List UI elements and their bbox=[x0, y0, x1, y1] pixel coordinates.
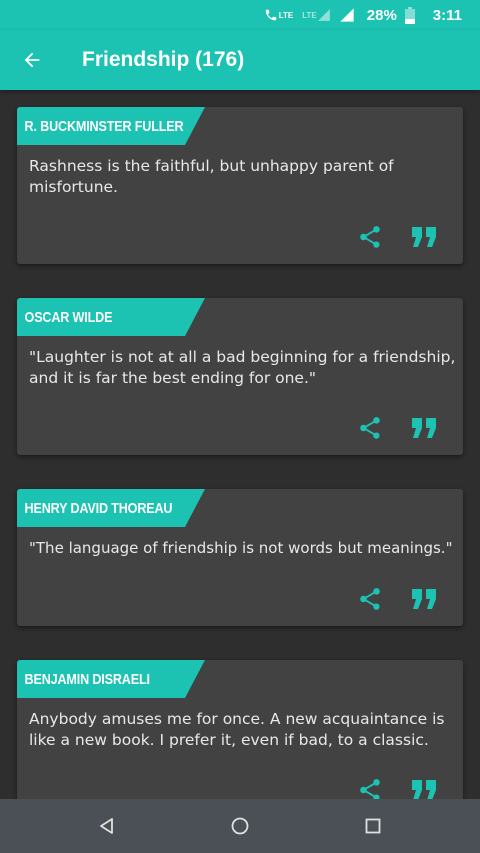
quote-text: Anybody amuses me for once. A new acquai… bbox=[29, 710, 445, 749]
share-button[interactable] bbox=[357, 586, 383, 612]
quote-button[interactable] bbox=[411, 415, 437, 441]
lte2-label: LTE bbox=[302, 10, 317, 20]
card-actions bbox=[357, 777, 437, 799]
nav-recents-button[interactable] bbox=[359, 812, 387, 840]
quote-card[interactable]: R. BUCKMINSTER FULLER Rashness is the fa… bbox=[17, 107, 463, 264]
author-name: BENJAMIN DISRAELI bbox=[24, 670, 150, 688]
nav-back-button[interactable] bbox=[93, 812, 121, 840]
author-tag: HENRY DAVID THOREAU bbox=[17, 489, 205, 527]
author-name: HENRY DAVID THOREAU bbox=[24, 499, 173, 517]
quote-text: Rashness is the faithful, but unhappy pa… bbox=[29, 157, 394, 196]
lte-signal-icon: LTE bbox=[301, 8, 331, 22]
arrow-back-icon bbox=[24, 52, 40, 68]
author-tag: BENJAMIN DISRAELI bbox=[17, 660, 205, 698]
quote-text: "Laughter is not at all a bad beginning … bbox=[29, 348, 456, 387]
quote-card[interactable]: BENJAMIN DISRAELI Anybody amuses me for … bbox=[17, 660, 463, 799]
quote-button[interactable] bbox=[411, 586, 437, 612]
signal-icon bbox=[339, 7, 355, 23]
quote-text: "The language of friendship is not words… bbox=[29, 539, 453, 557]
quote-icon bbox=[412, 418, 436, 438]
share-icon bbox=[360, 779, 380, 799]
quote-button[interactable] bbox=[411, 777, 437, 799]
home-circle-icon bbox=[231, 817, 249, 835]
navigation-bar bbox=[0, 799, 480, 853]
author-tag: R. BUCKMINSTER FULLER bbox=[17, 107, 205, 145]
card-actions bbox=[357, 415, 437, 441]
quote-icon bbox=[412, 780, 436, 799]
page-title: Friendship (176) bbox=[82, 48, 245, 71]
share-button[interactable] bbox=[357, 224, 383, 250]
share-icon bbox=[360, 588, 380, 610]
back-triangle-icon bbox=[100, 818, 113, 834]
card-actions bbox=[357, 224, 437, 250]
quote-card[interactable]: OSCAR WILDE "Laughter is not at all a ba… bbox=[17, 298, 463, 455]
battery-percent: 28% bbox=[366, 6, 397, 24]
app-bar: Friendship (176) bbox=[0, 30, 480, 90]
share-icon bbox=[360, 226, 380, 248]
quote-icon bbox=[412, 589, 436, 609]
nav-home-button[interactable] bbox=[226, 812, 254, 840]
quote-icon bbox=[412, 227, 436, 247]
share-button[interactable] bbox=[357, 777, 383, 799]
battery-icon bbox=[404, 6, 415, 24]
back-button[interactable] bbox=[18, 46, 46, 74]
status-bar: LTE LTE 28% 3:11 bbox=[0, 0, 480, 30]
recents-square-icon bbox=[365, 818, 381, 834]
quote-card[interactable]: HENRY DAVID THOREAU "The language of fri… bbox=[17, 489, 463, 626]
quote-button[interactable] bbox=[411, 224, 437, 250]
card-actions bbox=[357, 586, 437, 612]
author-tag: OSCAR WILDE bbox=[17, 298, 205, 336]
call-lte-icon: LTE bbox=[264, 8, 294, 22]
status-icons: LTE LTE 28% 3:11 bbox=[264, 0, 462, 30]
clock: 3:11 bbox=[432, 6, 462, 24]
author-name: R. BUCKMINSTER FULLER bbox=[24, 117, 184, 135]
share-button[interactable] bbox=[357, 415, 383, 441]
lte-label: LTE bbox=[278, 10, 294, 20]
author-name: OSCAR WILDE bbox=[24, 308, 113, 326]
share-icon bbox=[360, 417, 380, 439]
quotes-list[interactable]: R. BUCKMINSTER FULLER Rashness is the fa… bbox=[0, 90, 480, 799]
